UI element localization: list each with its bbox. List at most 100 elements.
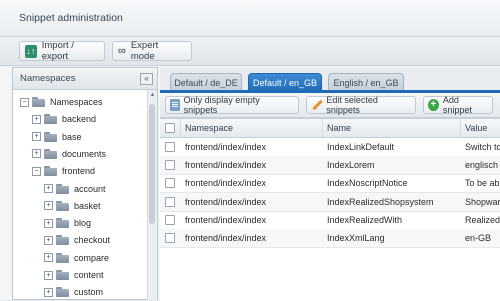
row-select-cell[interactable] <box>160 193 180 211</box>
table-row[interactable]: frontend/index/index IndexNoscriptNotice T… <box>160 174 500 194</box>
col-separator <box>322 119 323 137</box>
empty-snippets-label: Only display empty snippets <box>183 95 260 115</box>
expand-icon[interactable]: + <box>44 184 53 193</box>
empty-snippets-button[interactable]: Only display empty snippets <box>165 95 299 115</box>
expand-icon[interactable]: + <box>32 132 41 142</box>
tree-node-label: checkout <box>74 235 111 246</box>
namespace-cell: frontend/index/index <box>185 178 267 189</box>
expand-icon[interactable]: + <box>44 201 53 211</box>
value-cell: en-GB <box>465 233 492 243</box>
collapse-node-icon[interactable]: − <box>20 97 29 107</box>
row-checkbox[interactable] <box>165 142 175 152</box>
tab-default-de[interactable]: Default / de_DE <box>170 73 242 91</box>
scroll-thumb[interactable] <box>149 104 155 224</box>
row-checkbox[interactable] <box>165 214 175 225</box>
tab-default-en[interactable]: Default / en_GB <box>248 73 322 91</box>
row-select-cell[interactable] <box>160 174 180 192</box>
table-row[interactable]: frontend/index/index IndexLorem englisch <box>160 156 500 176</box>
snippets-panel: Default / de_DE Default / en_GB English … <box>160 67 500 301</box>
folder-icon <box>32 97 45 107</box>
snippet-window: Snippet administration ↓↑ Import / expor… <box>0 0 500 301</box>
row-checkbox[interactable] <box>165 178 175 189</box>
row-checkbox[interactable] <box>165 160 175 171</box>
row-checkbox[interactable] <box>165 233 175 243</box>
select-all-cell[interactable] <box>160 119 180 137</box>
tree-node-label: blog <box>74 218 92 229</box>
document-icon <box>170 99 180 111</box>
table-row[interactable]: frontend/index/index IndexRealizedWith Rea… <box>160 211 500 230</box>
import-export-button[interactable]: ↓↑ Import / export <box>19 40 105 62</box>
name-cell: IndexNoscriptNotice <box>327 178 408 189</box>
table-row[interactable]: frontend/index/index IndexRealizedShopsys… <box>160 192 500 212</box>
grid-header: Namespace Name Value <box>160 119 500 138</box>
add-snippet-button[interactable]: + Add snippet <box>423 95 493 115</box>
namespace-cell: frontend/index/index <box>185 160 267 171</box>
tree-scrollbar[interactable]: ▲ <box>147 90 157 300</box>
tree-node-custom[interactable]: + custom <box>44 284 103 300</box>
tree-node-blog[interactable]: + blog <box>44 215 91 231</box>
tree-node-label: frontend <box>62 166 96 177</box>
snippet-actions-bar: Only display empty snippets Edit selecte… <box>160 93 500 118</box>
name-cell: IndexLorem <box>327 160 375 171</box>
row-select-cell[interactable] <box>160 211 180 229</box>
expand-icon[interactable]: + <box>44 287 53 297</box>
pencil-icon <box>311 99 322 111</box>
folder-icon <box>56 183 69 194</box>
collapse-icon[interactable]: « <box>140 73 153 85</box>
name-cell: IndexRealizedWith <box>327 214 403 225</box>
tree-node-label: base <box>62 131 82 142</box>
tab-label: Default / en_GB <box>252 77 318 88</box>
import-export-icon: ↓↑ <box>25 44 37 58</box>
main-toolbar: ↓↑ Import / export ∞ Expert mode <box>0 37 500 66</box>
glasses-icon: ∞ <box>118 45 126 57</box>
tab-label: English / en_GB <box>333 77 399 88</box>
col-header-value[interactable]: Value <box>465 119 500 137</box>
namespace-cell: frontend/index/index <box>185 233 267 243</box>
expand-icon[interactable]: + <box>32 114 41 124</box>
namespace-cell: frontend/index/index <box>185 214 267 225</box>
col-header-name[interactable]: Name <box>327 119 457 137</box>
edit-snippets-button[interactable]: Edit selected snippets <box>306 95 416 115</box>
snippet-grid: Namespace Name Value frontend/index/inde… <box>160 118 500 301</box>
tree-node-basket[interactable]: + basket <box>44 198 101 214</box>
value-cell: Switch to <box>465 142 500 152</box>
table-row[interactable]: frontend/index/index IndexXmlLang en-GB <box>160 229 500 248</box>
folder-icon <box>44 148 57 159</box>
tree-node-checkout[interactable]: + checkout <box>44 232 110 248</box>
expand-icon[interactable]: + <box>44 270 53 280</box>
expert-mode-button[interactable]: ∞ Expert mode <box>112 40 192 62</box>
value-cell: To be abl <box>465 178 500 189</box>
tree-node-documents[interactable]: + documents <box>32 146 106 162</box>
expand-icon[interactable]: + <box>44 218 53 228</box>
folder-icon <box>56 218 69 229</box>
select-all-checkbox[interactable] <box>165 123 175 133</box>
folder-icon <box>44 114 57 125</box>
import-export-label: Import / export <box>41 40 74 62</box>
row-select-cell[interactable] <box>160 156 180 174</box>
row-select-cell[interactable] <box>160 138 180 156</box>
expand-icon[interactable]: + <box>32 149 41 159</box>
expand-icon[interactable]: + <box>44 253 53 263</box>
folder-icon <box>56 235 69 246</box>
collapse-node-icon[interactable]: − <box>32 166 41 176</box>
row-checkbox[interactable] <box>165 196 175 207</box>
tree-node-content[interactable]: + content <box>44 267 104 283</box>
tree-node-base[interactable]: + base <box>32 129 82 145</box>
tree-node-backend[interactable]: + backend <box>32 111 96 127</box>
col-separator <box>180 119 181 137</box>
scroll-up-icon[interactable]: ▲ <box>149 92 156 99</box>
tree-node-label: documents <box>62 148 107 159</box>
table-row[interactable]: frontend/index/index IndexLinkDefault Swit… <box>160 138 500 157</box>
tree-node-account[interactable]: + account <box>44 181 106 197</box>
expand-icon[interactable]: + <box>44 235 53 245</box>
tree-node-label: basket <box>74 200 101 211</box>
value-cell: Realized <box>465 214 500 225</box>
window-title-bar: Snippet administration <box>0 0 500 37</box>
row-select-cell[interactable] <box>160 229 180 247</box>
tab-english-en[interactable]: English / en_GB <box>328 73 404 91</box>
tree-node-compare[interactable]: + compare <box>44 250 109 266</box>
tree-node-namespaces[interactable]: − Namespaces <box>20 94 103 110</box>
value-cell: Shopware <box>465 196 500 207</box>
col-header-namespace[interactable]: Namespace <box>185 119 320 137</box>
tree-node-frontend[interactable]: − frontend <box>32 163 95 179</box>
